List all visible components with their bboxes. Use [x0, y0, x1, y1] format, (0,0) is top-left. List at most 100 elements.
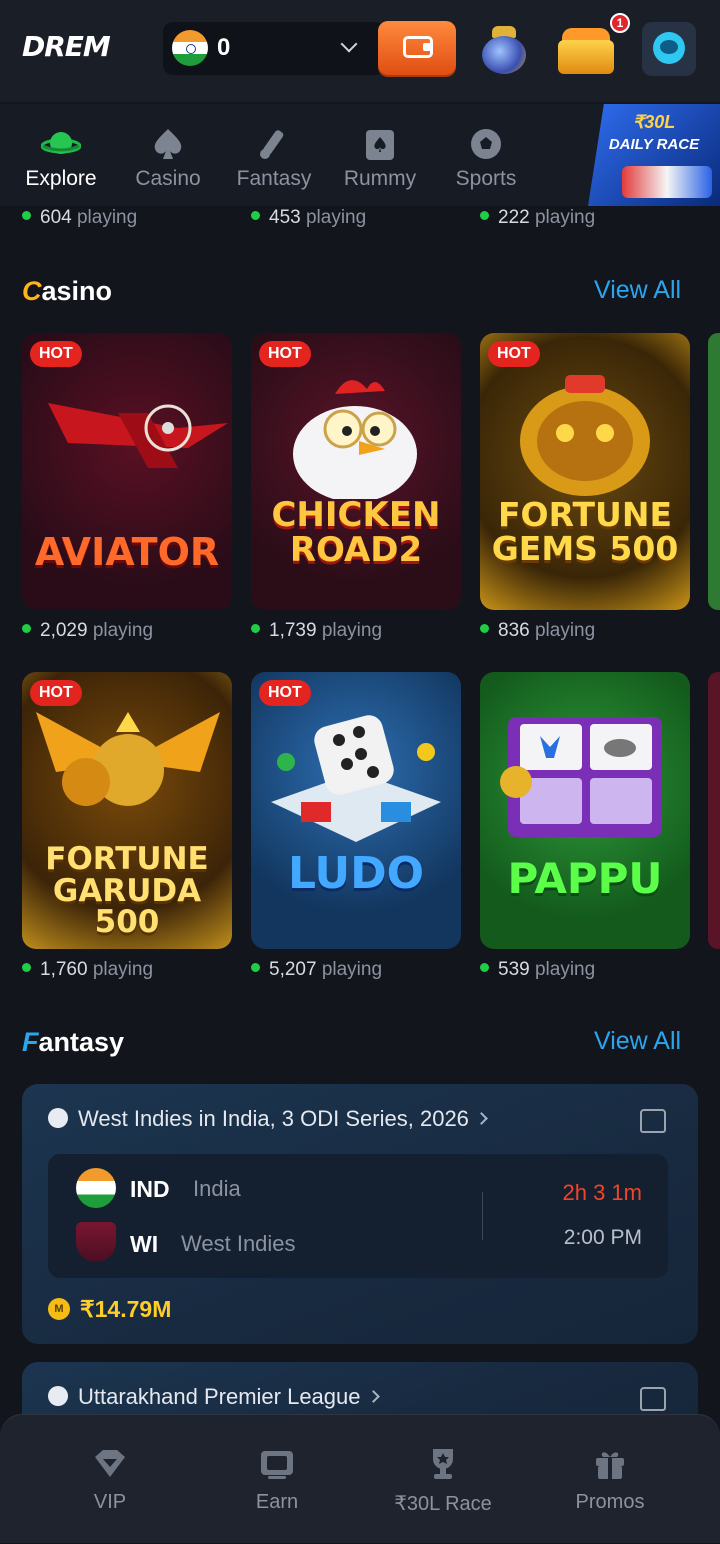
playing-count: 539 playing [480, 959, 595, 981]
playing-count: 222 playing [480, 207, 595, 229]
tab-sports[interactable]: Sports [433, 104, 539, 206]
hot-badge: HOT [30, 341, 82, 367]
tab-label: Rummy [343, 167, 417, 190]
game-card-aviator[interactable]: HOT AVIATOR [22, 333, 232, 610]
wallet-button[interactable] [378, 21, 456, 75]
rewards-chest-button[interactable] [556, 22, 618, 76]
online-dot [22, 624, 31, 634]
game-card-partial[interactable] [708, 333, 720, 610]
balance-amount: 0 [217, 34, 231, 61]
game-card-pappu[interactable]: PAPPU [480, 672, 690, 949]
online-dot [480, 963, 489, 973]
nav-label: VIP [93, 1491, 127, 1513]
gift-icon [596, 1452, 624, 1479]
nav-earn[interactable]: Earn [187, 1415, 367, 1544]
profile-avatar[interactable] [642, 22, 696, 76]
nav-promos[interactable]: Promos [520, 1415, 700, 1544]
online-dot [251, 963, 260, 973]
count: 604 [40, 207, 72, 228]
fantasy-view-all-link[interactable]: View All [594, 1027, 681, 1056]
title-line: CHICKEN [271, 495, 441, 535]
race-amount: ₹30L [632, 112, 676, 132]
jar-icon [482, 36, 526, 74]
game-title: FORTUNE GEMS 500 [480, 498, 690, 565]
count: 5,207 [269, 959, 317, 980]
tab-label: Casino [135, 167, 201, 190]
game-card-partial[interactable] [708, 672, 720, 949]
game-card-chicken-road2[interactable]: HOT CHICKEN ROAD2 [251, 333, 461, 610]
title-line: PAPPU [507, 854, 663, 903]
balance-selector[interactable]: 0 [163, 22, 385, 75]
trophy-icon [433, 1449, 453, 1479]
count: 2,029 [40, 620, 88, 641]
count: 836 [498, 620, 530, 641]
user-icon [653, 32, 685, 64]
online-dot [22, 211, 31, 221]
chest-icon [558, 40, 614, 74]
team1-name: India [193, 1176, 241, 1201]
app-logo[interactable]: DREM [22, 30, 111, 63]
spade-icon [154, 129, 182, 159]
suffix: playing [534, 620, 596, 641]
game-card-fortune-garuda-500[interactable]: HOT FORTUNE GARUDA 500 [22, 672, 232, 949]
suffix: playing [76, 207, 138, 228]
title-line: FORTUNE [498, 495, 672, 534]
title-line: ROAD2 [289, 529, 423, 570]
match-series[interactable]: West Indies in India, 3 ODI Series, 2026 [48, 1106, 488, 1132]
team1-code: IND [130, 1176, 170, 1202]
race-cars-image [622, 166, 712, 198]
cards-icon [366, 130, 394, 160]
india-flag-icon [76, 1168, 116, 1208]
hot-badge: HOT [30, 680, 82, 706]
game-card-ludo[interactable]: HOT LUDO [251, 672, 461, 949]
casino-view-all-link[interactable]: View All [594, 276, 681, 305]
chevron-right-icon [475, 1111, 488, 1125]
tab-explore[interactable]: Explore [8, 104, 114, 206]
count: 453 [269, 207, 301, 228]
match-teams: IND India WI West Indies 2h 3 1m 2:00 PM [48, 1154, 668, 1278]
picture-tiles-icon [500, 717, 662, 837]
title-rest: antasy [38, 1027, 125, 1057]
hot-badge: HOT [259, 680, 311, 706]
game-title: FORTUNE GARUDA 500 [22, 843, 232, 941]
india-flag-icon [172, 30, 208, 66]
game-card-fortune-gems-500[interactable]: HOT FORTUNE GEMS 500 [480, 333, 690, 610]
football-icon [471, 129, 501, 159]
team2-name: West Indies [181, 1231, 296, 1256]
suffix: playing [92, 620, 154, 641]
hot-badge: HOT [488, 341, 540, 367]
title-initial: F [22, 1027, 39, 1057]
bottom-nav: VIP Earn ₹30L Race Promos [0, 1414, 720, 1543]
fantasy-section-title: Fantasy [22, 1027, 124, 1058]
series-name: Uttarakhand Premier League [78, 1384, 361, 1409]
nav-vip[interactable]: VIP [20, 1415, 200, 1544]
online-dot [480, 211, 489, 221]
nav-race[interactable]: ₹30L Race [353, 1415, 533, 1544]
cricket-ball-icon [48, 1386, 68, 1407]
online-dot [251, 624, 260, 634]
jersey-icon[interactable] [640, 1109, 666, 1133]
daily-race-banner[interactable]: ₹30L DAILY RACE [588, 104, 720, 206]
match-card[interactable]: West Indies in India, 3 ODI Series, 2026… [22, 1084, 698, 1344]
suffix: playing [92, 959, 154, 980]
title-line: GARUDA 500 [52, 872, 202, 941]
divider [482, 1192, 483, 1240]
match-series[interactable]: Uttarakhand Premier League [48, 1384, 380, 1410]
title-rest: asino [41, 276, 113, 306]
tab-casino[interactable]: Casino [115, 104, 221, 206]
online-dot [480, 624, 489, 634]
chevron-down-icon [340, 35, 358, 53]
tab-fantasy[interactable]: Fantasy [221, 104, 327, 206]
rupee-screen-icon [261, 1451, 293, 1479]
suffix: playing [321, 620, 383, 641]
title-line: GEMS 500 [491, 528, 679, 568]
title-line: LUDO [287, 848, 425, 899]
playing-count: 1,760 playing [22, 959, 153, 981]
count: 1,739 [269, 620, 317, 641]
prize-pool: M ₹14.79M [48, 1296, 171, 1323]
suffix: playing [305, 207, 367, 228]
treasure-jar-button[interactable] [478, 22, 530, 76]
tab-rummy[interactable]: Rummy [327, 104, 433, 206]
match-countdown: 2h 3 1m [562, 1180, 643, 1205]
jersey-icon[interactable] [640, 1387, 666, 1411]
